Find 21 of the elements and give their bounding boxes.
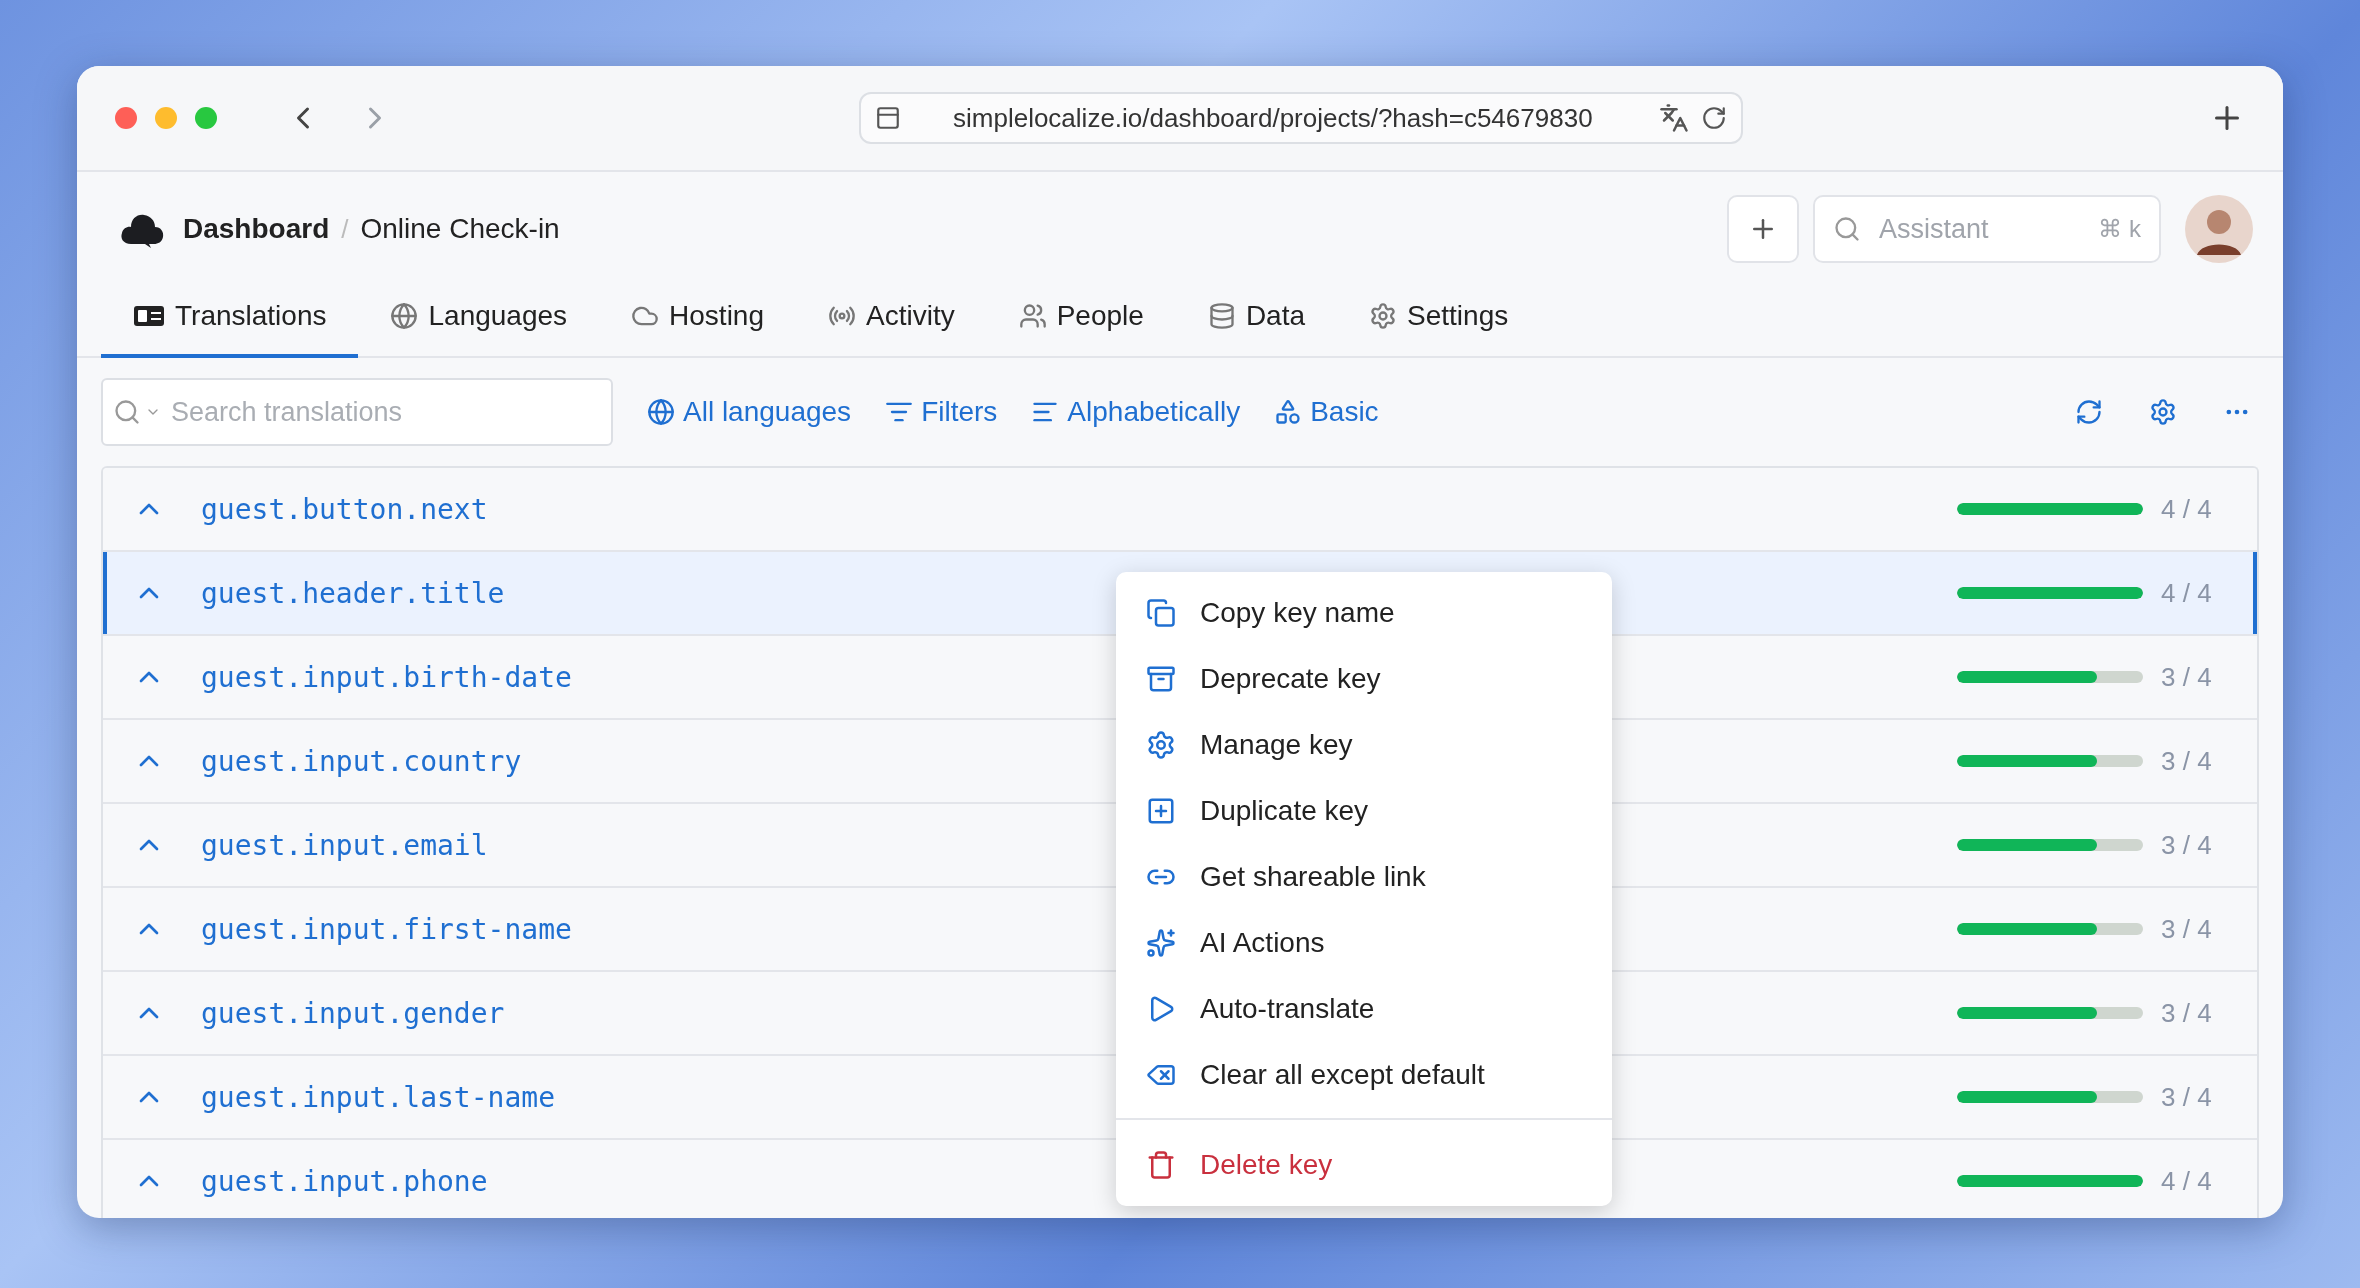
shortcut-hint: ⌘ k bbox=[2098, 215, 2141, 243]
translation-key: guest.input.email bbox=[201, 828, 488, 862]
progress-count: 3 / 4 bbox=[2161, 997, 2213, 1029]
progress-count: 4 / 4 bbox=[2161, 1165, 2213, 1197]
translation-key: guest.input.first-name bbox=[201, 912, 572, 946]
progress-count: 3 / 4 bbox=[2161, 829, 2213, 861]
progress-count: 3 / 4 bbox=[2161, 661, 2213, 693]
translation-key: guest.input.phone bbox=[201, 1164, 488, 1198]
translation-key: guest.input.country bbox=[201, 744, 522, 778]
progress-count: 3 / 4 bbox=[2161, 1081, 2213, 1113]
translation-key: guest.input.last-name bbox=[201, 1080, 555, 1114]
url-text: simplelocalize.io/dashboard/projects/?hash=c54679830 bbox=[952, 102, 1594, 134]
progress-count: 3 / 4 bbox=[2161, 745, 2213, 777]
translation-key: guest.input.birth-date bbox=[201, 660, 572, 694]
translation-key: guest.input.gender bbox=[201, 996, 505, 1030]
progress-count: 4 / 4 bbox=[2161, 493, 2213, 525]
progress-count: 4 / 4 bbox=[2161, 577, 2213, 609]
progress-count: 3 / 4 bbox=[2161, 913, 2213, 945]
translation-key: guest.button.next bbox=[201, 492, 488, 526]
breadcrumb-separator: / bbox=[341, 213, 349, 245]
translation-key: guest.header.title bbox=[201, 576, 505, 610]
